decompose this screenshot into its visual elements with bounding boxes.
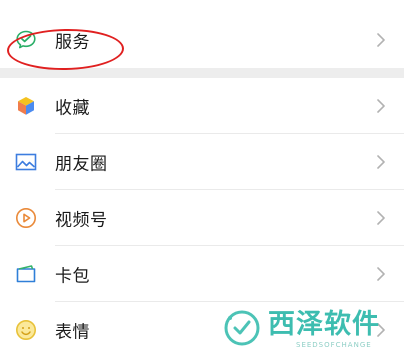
menu-item-label: 视频号 — [55, 210, 108, 231]
menu-item-channels[interactable]: 视频号 — [0, 190, 404, 246]
watermark-logo-icon — [224, 310, 260, 346]
menu-item-label: 卡包 — [55, 266, 90, 287]
menu-item-favorites[interactable]: 收藏 — [0, 78, 404, 134]
menu-item-label: 朋友圈 — [55, 154, 108, 175]
channels-play-icon — [14, 206, 38, 230]
moments-image-icon — [14, 150, 38, 174]
menu-item-card-wallet[interactable]: 卡包 — [0, 246, 404, 302]
menu-item-label: 收藏 — [55, 98, 90, 119]
chevron-right-icon — [377, 267, 385, 281]
sticker-smile-icon — [14, 318, 38, 342]
favorites-cube-icon — [14, 94, 38, 118]
watermark-title: 西泽软件 — [268, 309, 380, 340]
top-separator — [0, 0, 404, 12]
menu-item-label: 表情 — [55, 322, 90, 343]
card-wallet-icon — [14, 262, 38, 286]
watermark: 西泽软件 SEEDSOFCHANGE — [222, 306, 402, 354]
chevron-right-icon — [377, 211, 385, 225]
menu-item-moments[interactable]: 朋友圈 — [0, 134, 404, 190]
chevron-right-icon — [377, 99, 385, 113]
chevron-right-icon — [377, 155, 385, 169]
watermark-subtitle: SEEDSOFCHANGE — [296, 341, 372, 349]
chevron-right-icon — [377, 33, 385, 47]
